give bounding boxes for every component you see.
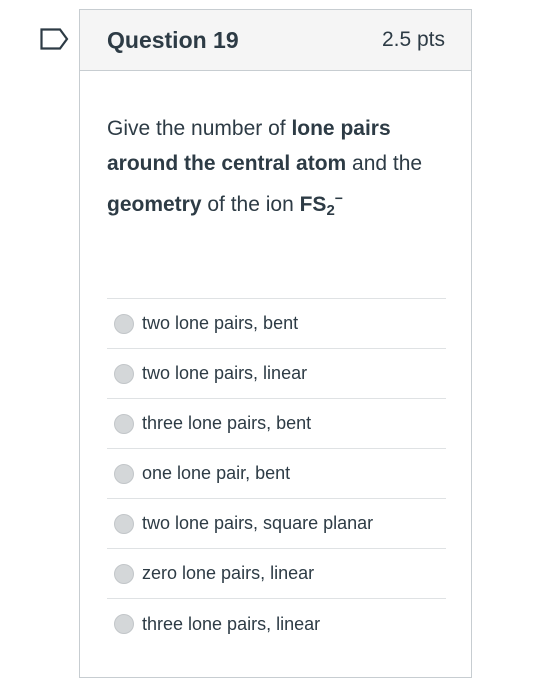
radio-button[interactable]: [114, 563, 134, 584]
answer-label[interactable]: two lone pairs, linear: [142, 363, 307, 384]
formula-subscript: 2: [326, 202, 335, 219]
answer-option[interactable]: three lone pairs, bent: [107, 399, 446, 449]
answer-label[interactable]: two lone pairs, bent: [142, 313, 298, 334]
answer-label[interactable]: zero lone pairs, linear: [142, 563, 314, 584]
question-text-part: and the: [346, 152, 423, 175]
question-title: Question 19: [107, 26, 239, 53]
question-text: Give the number of lone pairs around the…: [80, 71, 471, 228]
ion-formula: FS2−: [299, 190, 343, 219]
radio-button[interactable]: [114, 614, 134, 634]
answer-label[interactable]: three lone pairs, linear: [142, 614, 320, 635]
question-text-bold: geometry: [107, 193, 202, 216]
answer-label[interactable]: three lone pairs, bent: [142, 413, 311, 434]
answer-list: two lone pairs, bent two lone pairs, lin…: [107, 298, 446, 649]
question-card: Question 19 2.5 pts Give the number of l…: [79, 9, 472, 678]
flag-question-icon[interactable]: [40, 28, 70, 50]
radio-button[interactable]: [114, 463, 134, 484]
question-points: 2.5 pts: [381, 28, 445, 51]
answer-option[interactable]: two lone pairs, square planar: [107, 499, 446, 549]
answer-option[interactable]: one lone pair, bent: [107, 449, 446, 499]
answer-label[interactable]: one lone pair, bent: [142, 463, 290, 484]
question-header: Question 19 2.5 pts: [80, 10, 471, 71]
formula-main: FS: [299, 193, 327, 216]
radio-button[interactable]: [114, 413, 134, 434]
answer-option[interactable]: zero lone pairs, linear: [107, 549, 446, 599]
answer-label[interactable]: two lone pairs, square planar: [142, 513, 373, 534]
radio-button[interactable]: [114, 313, 134, 334]
question-text-part: of the ion: [201, 193, 300, 216]
radio-button[interactable]: [114, 513, 134, 534]
answer-option[interactable]: two lone pairs, bent: [107, 299, 446, 349]
question-text-part: Give the number of: [107, 117, 292, 140]
radio-button[interactable]: [114, 363, 134, 384]
formula-superscript: −: [334, 190, 343, 206]
answer-option[interactable]: three lone pairs, linear: [107, 599, 446, 649]
answer-option[interactable]: two lone pairs, linear: [107, 349, 446, 399]
